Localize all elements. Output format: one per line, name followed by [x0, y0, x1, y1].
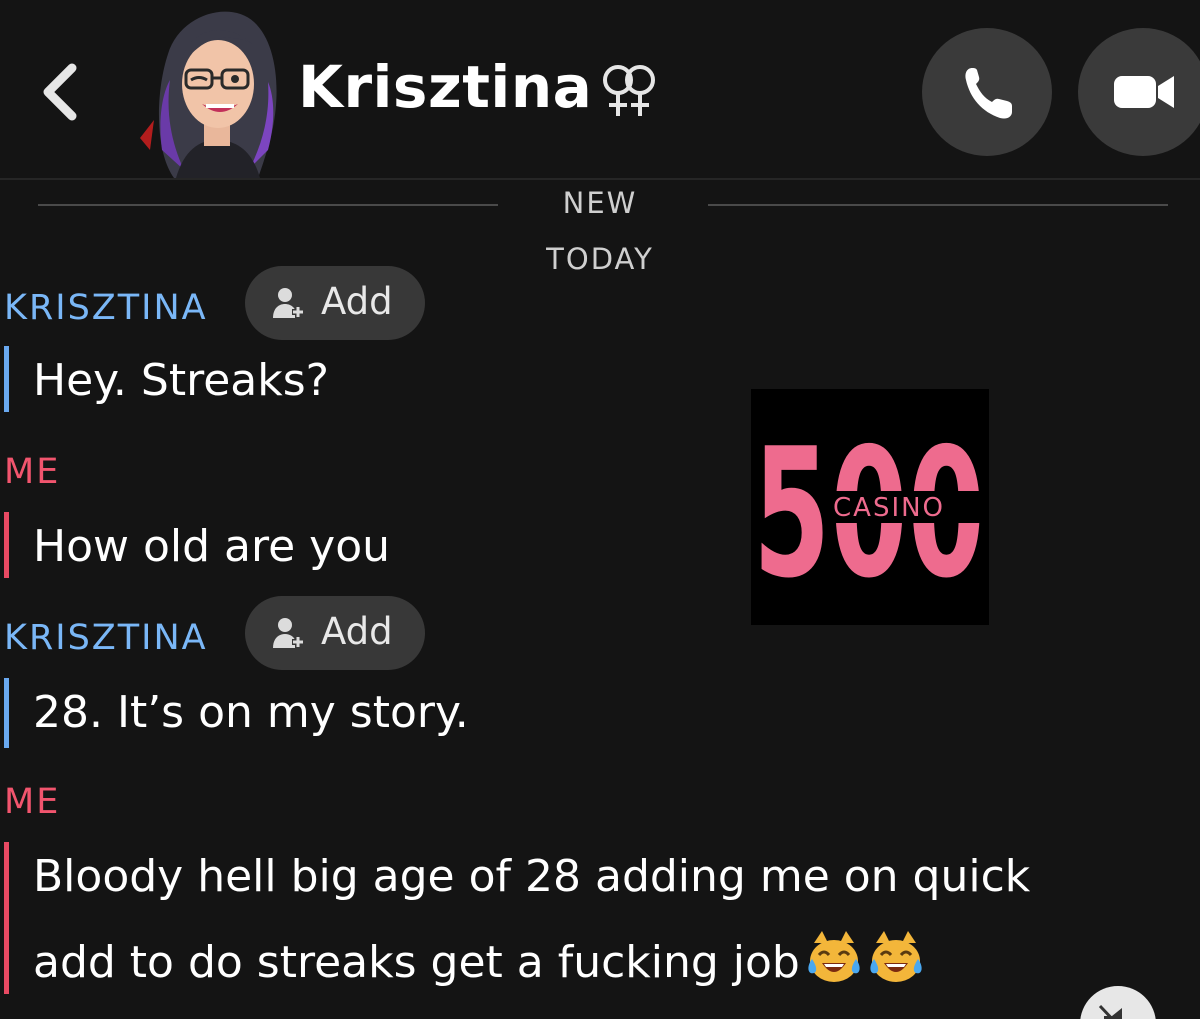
message-bar: [4, 842, 9, 994]
add-friend-icon: [273, 288, 304, 318]
video-camera-icon: [1114, 76, 1174, 108]
laughing-cat-tears-icon: [870, 931, 922, 982]
logo-word: CASINO: [833, 493, 945, 523]
new-label: NEW: [562, 186, 638, 220]
message-text[interactable]: Hey. Streaks?: [33, 338, 329, 424]
message-bar: [4, 512, 9, 578]
add-label: Add: [321, 280, 393, 323]
call-button[interactable]: [922, 28, 1052, 156]
message-bar: [4, 346, 9, 412]
separator-line-right: [708, 204, 1168, 206]
double-female-symbol-icon: [598, 60, 660, 120]
message-text[interactable]: How old are you: [33, 504, 390, 590]
phone-icon: [965, 68, 1012, 119]
sender-label: KRISZTINA: [4, 618, 208, 658]
message-bar: [4, 678, 9, 748]
today-label: TODAY: [546, 242, 654, 276]
message-text[interactable]: 28. It’s on my story.: [33, 670, 469, 756]
add-friend-button[interactable]: Add: [245, 266, 425, 340]
message-text-line-1[interactable]: Bloody hell big age of 28 adding me on q…: [33, 834, 1030, 920]
header-divider: [0, 178, 1200, 180]
separator-line-left: [38, 204, 498, 206]
sender-label: ME: [4, 452, 61, 492]
message-text-line-2-wrap[interactable]: add to do streaks get a fucking job: [33, 920, 924, 1006]
sender-label: KRISZTINA: [4, 288, 208, 328]
message-text-line-2: add to do streaks get a fucking job: [33, 937, 800, 988]
casino-logo: 500 CASINO: [751, 389, 989, 625]
add-friend-button[interactable]: Add: [245, 596, 425, 670]
video-call-button[interactable]: [1078, 28, 1200, 156]
avatar[interactable]: [140, 0, 292, 179]
add-label: Add: [321, 610, 393, 653]
add-friend-icon: [273, 618, 304, 648]
speaker-muted-icon: [1098, 1004, 1122, 1019]
sender-label: ME: [4, 782, 61, 822]
laughing-cat-tears-icon: [808, 931, 860, 982]
contact-name[interactable]: Krisztina: [298, 52, 592, 122]
mute-button[interactable]: [1080, 986, 1156, 1019]
chevron-left-icon: [43, 63, 77, 121]
back-button[interactable]: [34, 56, 94, 126]
